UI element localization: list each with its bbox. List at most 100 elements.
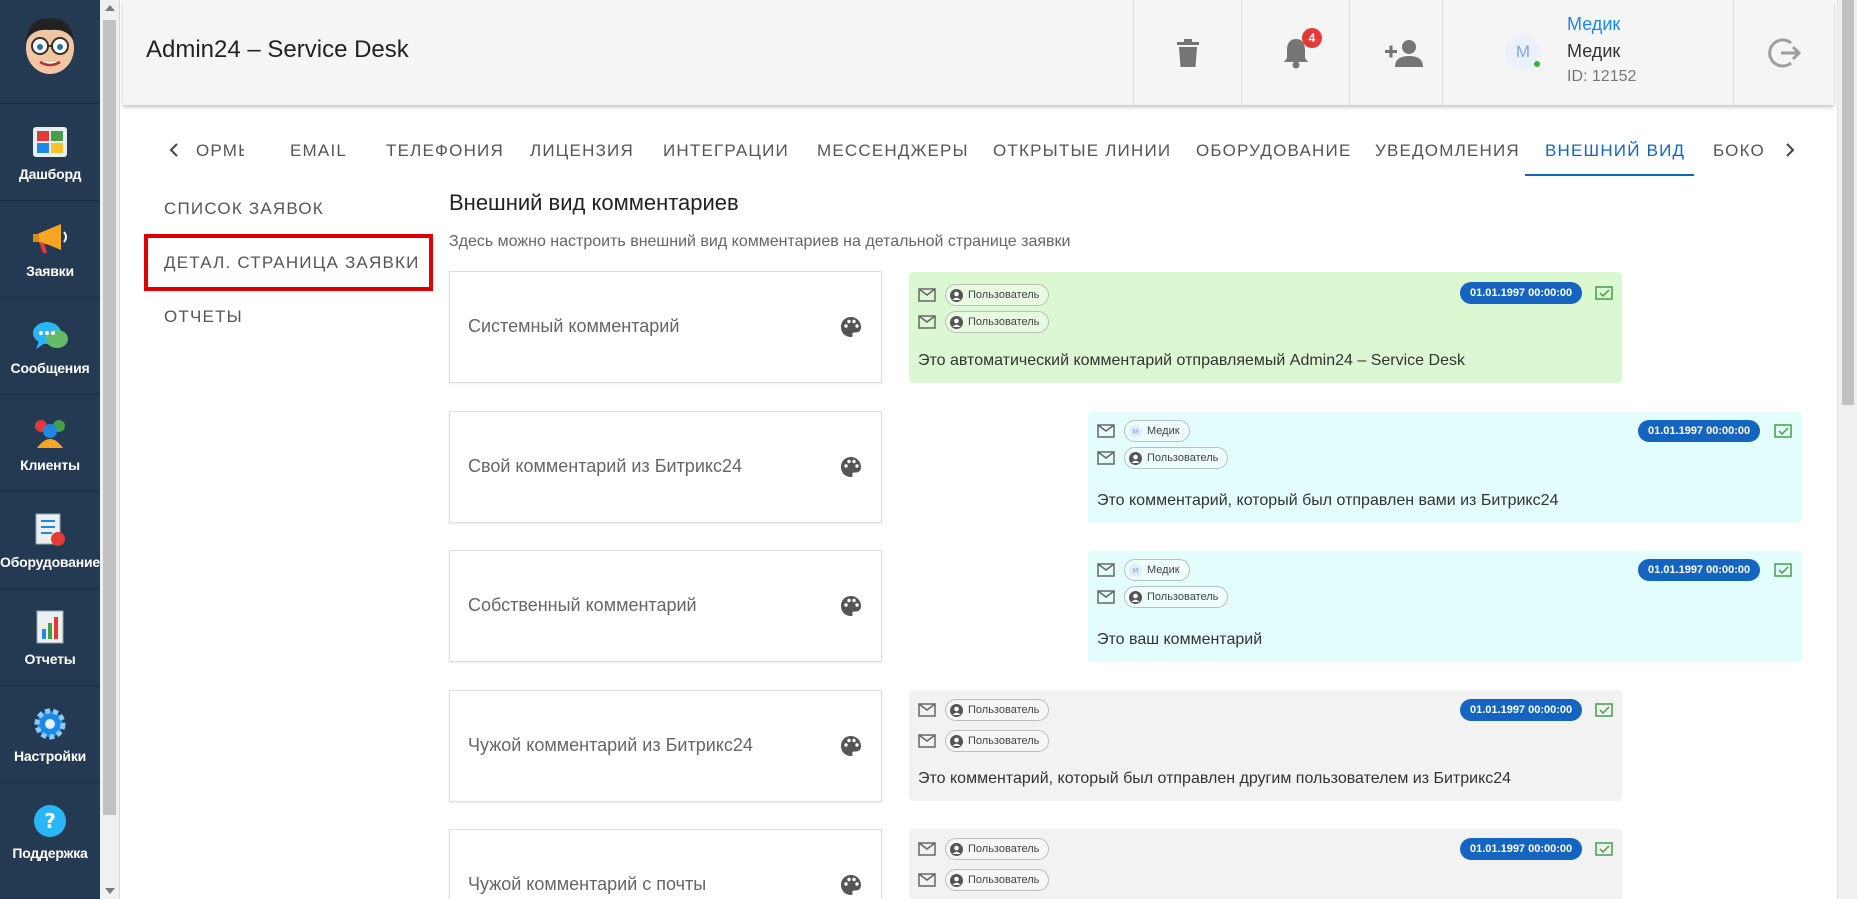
mail-in-icon	[918, 315, 936, 329]
nav-item-dashboard[interactable]: Дашборд	[0, 103, 100, 200]
comment-text: Это комментарий, который был отправлен д…	[918, 770, 1512, 787]
sidebar-scrollbar[interactable]	[100, 0, 120, 899]
app-title: Admin24 – Service Desk	[146, 36, 409, 63]
setting-own-bitrix-comment[interactable]: Свой комментарий из Битрикс24	[449, 411, 882, 523]
chip-label: Пользователь	[968, 735, 1040, 747]
page-scrollbar[interactable]	[1837, 0, 1857, 899]
tab-equipment[interactable]: ОБОРУДОВАНИЕ	[1196, 130, 1352, 176]
notifications-button[interactable]: 4	[1241, 0, 1349, 105]
logout-icon	[1767, 38, 1801, 67]
setting-label: Чужой комментарий из Битрикс24	[468, 735, 753, 755]
palette-icon[interactable]	[840, 595, 862, 617]
tab-integrations[interactable]: ИНТЕГРАЦИИ	[663, 130, 789, 176]
comment-text: Это автоматический комментарий отправляе…	[918, 352, 1465, 369]
user-chip: Пользователь	[945, 730, 1050, 752]
comment-date-badge: 01.01.1997 00:00:00	[1638, 559, 1761, 581]
tab-forms[interactable]: ОРМЫ	[196, 130, 244, 176]
mail-sent-icon	[1595, 286, 1613, 300]
scroll-thumb[interactable]	[1842, 0, 1854, 405]
user-chip: Пользователь	[945, 869, 1050, 891]
logo-avatar-icon[interactable]	[20, 12, 80, 76]
setting-system-comment[interactable]: Системный комментарий	[449, 271, 882, 383]
trash-icon	[1176, 38, 1199, 67]
header-bar: Admin24 – Service Desk 4 М Медик Медик I…	[123, 0, 1834, 105]
tab-license[interactable]: ЛИЦЕНЗИЯ	[530, 130, 634, 176]
comment-preview-system: Пользователь Пользователь 01.01.1997 00:…	[909, 272, 1622, 383]
setting-other-bitrix-comment[interactable]: Чужой комментарий из Битрикс24	[449, 690, 882, 802]
mail-out-icon	[918, 703, 936, 717]
comment-text: Это ваш комментарий	[1097, 631, 1263, 648]
comment-preview-other-bitrix: Пользователь Пользователь 01.01.1997 00:…	[909, 690, 1622, 801]
svg-text:М: М	[1132, 567, 1138, 575]
tab-messengers[interactable]: МЕССЕНДЖЕРЫ	[817, 130, 969, 176]
nav-item-settings[interactable]: Настройки	[0, 685, 100, 782]
setting-label: Чужой комментарий с почты	[468, 874, 707, 894]
nav-label: Сообщения	[10, 360, 90, 376]
user-circle-icon	[950, 703, 963, 717]
palette-icon[interactable]	[840, 735, 862, 757]
mail-in-icon	[1097, 451, 1115, 465]
nav-item-support[interactable]: ? Поддержка	[0, 782, 100, 879]
submenu-reports[interactable]: ОТЧЕТЫ	[164, 307, 243, 327]
tab-notifications[interactable]: УВЕДОМЛЕНИЯ	[1375, 130, 1520, 176]
comment-text: Это комментарий, который был отправлен в…	[1097, 492, 1559, 509]
svg-text:?: ?	[44, 809, 56, 833]
comment-preview-own: М Медик Пользователь 01.01.1997 00:00:00…	[1088, 551, 1802, 662]
user-circle-icon	[1129, 451, 1142, 465]
setting-other-email-comment[interactable]: Чужой комментарий с почты	[449, 829, 882, 899]
tabs-next-button[interactable]	[1778, 138, 1802, 162]
online-status-dot	[1533, 60, 1541, 68]
trash-button[interactable]	[1133, 0, 1241, 105]
palette-icon[interactable]	[840, 456, 862, 478]
add-user-icon	[1384, 39, 1423, 67]
scroll-thumb[interactable]	[103, 20, 116, 815]
scroll-down-arrow[interactable]	[105, 888, 115, 894]
notifications-badge: 4	[1302, 28, 1322, 48]
chip-label: Пользователь	[1147, 591, 1219, 603]
user-profile[interactable]: М Медик Медик ID: 12152	[1442, 0, 1732, 105]
tab-sidebar[interactable]: БОКО	[1713, 130, 1763, 176]
submenu-request-list[interactable]: СПИСОК ЗАЯВОК	[164, 199, 324, 219]
setting-label: Свой комментарий из Битрикс24	[468, 456, 742, 476]
chip-label: Пользователь	[968, 289, 1040, 301]
tab-open-lines[interactable]: ОТКРЫТЫЕ ЛИНИИ	[993, 130, 1171, 176]
mail-out-icon	[1097, 424, 1115, 438]
nav-item-clients[interactable]: Клиенты	[0, 394, 100, 491]
avatar[interactable]: М	[1505, 34, 1541, 70]
palette-icon[interactable]	[840, 316, 862, 338]
add-user-button[interactable]	[1349, 0, 1457, 105]
tab-telephony[interactable]: ТЕЛЕФОНИЯ	[386, 130, 504, 176]
logout-button[interactable]	[1733, 0, 1833, 105]
tabs-prev-button[interactable]	[162, 138, 186, 162]
nav-item-reports[interactable]: Отчеты	[0, 588, 100, 685]
nav-item-requests[interactable]: Заявки	[0, 200, 100, 297]
palette-icon[interactable]	[840, 874, 862, 896]
comment-preview-other-email: Пользователь Пользователь 01.01.1997 00:…	[909, 829, 1622, 899]
chip-label: Пользователь	[968, 316, 1040, 328]
mail-out-icon	[918, 842, 936, 856]
user-circle-icon	[950, 734, 963, 748]
mail-out-icon	[918, 288, 936, 302]
mail-in-icon	[918, 734, 936, 748]
nav-item-equipment[interactable]: Оборудование	[0, 491, 100, 588]
chip-label: Пользователь	[968, 704, 1040, 716]
setting-label: Собственный комментарий	[468, 595, 697, 615]
selection-highlight-box	[144, 234, 433, 291]
app-sidebar: Дашборд Заявки Сообщения Клиенты Оборудо…	[0, 0, 100, 899]
user-link[interactable]: Медик	[1567, 14, 1620, 35]
user-circle-icon	[1129, 590, 1142, 604]
user-circle-icon	[950, 842, 963, 856]
user-chip: М Медик	[1124, 559, 1190, 581]
tab-appearance[interactable]: ВНЕШНИЙ ВИД	[1545, 130, 1685, 176]
chevron-right-icon	[1786, 143, 1795, 157]
dashboard-icon	[30, 122, 70, 162]
setting-own-comment[interactable]: Собственный комментарий	[449, 550, 882, 662]
tab-email[interactable]: EMAIL	[290, 130, 347, 176]
user-id: ID: 12152	[1567, 68, 1637, 85]
user-chip: Пользователь	[945, 699, 1050, 721]
scroll-up-arrow[interactable]	[105, 5, 115, 11]
comment-preview-own-bitrix: М Медик Пользователь 01.01.1997 00:00:00…	[1088, 412, 1802, 523]
nav-item-messages[interactable]: Сообщения	[0, 297, 100, 394]
comment-date-badge: 01.01.1997 00:00:00	[1460, 838, 1583, 860]
mail-sent-icon	[1774, 563, 1792, 577]
